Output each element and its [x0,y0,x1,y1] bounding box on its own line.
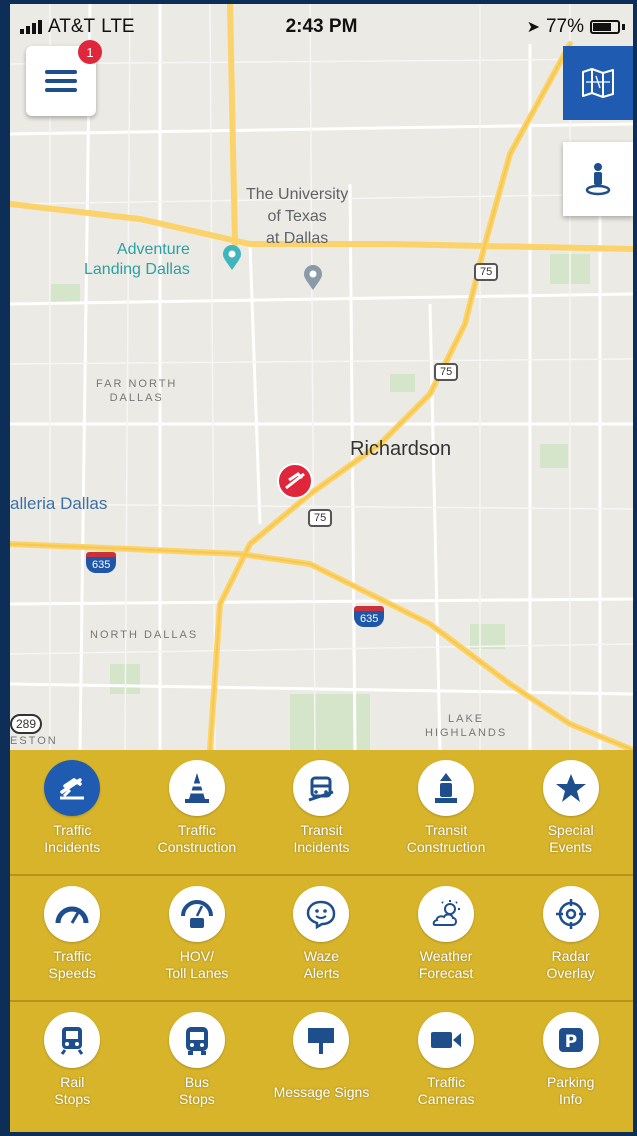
layer-label: Radar Overlay [546,948,595,981]
battery-percent: 77% [545,16,584,37]
tray-row: Rail Stops Bus Stops Message Signs Traff… [10,1002,633,1132]
layer-hov-toll-lanes[interactable]: HOV/ Toll Lanes [135,876,260,1000]
svg-text:P: P [564,1032,576,1052]
map-label-galleria-dallas: alleria Dallas [10,494,108,513]
layer-label: Rail Stops [54,1074,91,1107]
layer-traffic-incidents[interactable]: Traffic Incidents [10,750,135,874]
layer-waze-alerts[interactable]: Waze Alerts [259,876,384,1000]
layer-label: Traffic Speeds [48,948,97,981]
map-label-adventure-landing: Adventure Landing Dallas [84,241,190,278]
parking-icon: P [542,1012,599,1068]
hamburger-icon [45,65,77,97]
radar-icon [542,886,599,942]
layer-label: Traffic Construction [157,822,237,855]
star-icon [542,760,599,816]
tray-row: Traffic Incidents Traffic Construction T… [10,750,633,876]
map-label-far-north-dallas: FAR NORTH DALLAS [96,378,178,404]
map-view[interactable]: The University of Texas at Dallas Advent… [10,4,633,750]
waze-icon [293,886,350,942]
map-label-north-dallas: NORTH DALLAS [90,629,199,641]
layer-transit-incidents[interactable]: Transit Incidents [259,750,384,874]
speedometer-icon [44,886,101,942]
traffic-incident-marker[interactable] [277,463,313,499]
transit-incident-icon [293,760,350,816]
layer-label: Message Signs [273,1084,370,1100]
layer-label: Weather Forecast [418,948,474,981]
app-screen: The University of Texas at Dallas Advent… [10,4,633,1132]
layer-label: Special Events [547,822,594,855]
layer-label: Transit Construction [406,822,486,855]
menu-button[interactable]: 1 [26,40,102,116]
camera-icon [418,1012,475,1068]
us75-shield: 75 [434,344,459,381]
person-pin-icon [585,163,611,196]
message-sign-icon [293,1012,350,1068]
battery-status: ➤ 77% [527,16,625,38]
folded-map-icon [582,68,614,98]
traffic-cone-icon [168,760,225,816]
layer-label: Traffic Incidents [44,822,101,855]
tray-row: Traffic Speeds HOV/ Toll Lanes Waze Aler… [10,876,633,1002]
weather-icon [418,886,475,942]
layer-traffic-cameras[interactable]: Traffic Cameras [384,1002,509,1132]
layer-special-events[interactable]: Special Events [508,750,633,874]
layer-label: Parking Info [546,1074,595,1107]
map-label-preston: ESTON [10,735,58,747]
us75-shield: 75 [474,244,499,281]
layer-label: Bus Stops [178,1074,215,1107]
status-bar: AT&T LTE 2:43 PM ➤ 77% [10,4,633,44]
layer-bus-stops[interactable]: Bus Stops [135,1002,260,1132]
layer-label: Waze Alerts [303,948,340,981]
layer-weather-forecast[interactable]: Weather Forecast [384,876,509,1000]
i635-shield: 635 [354,588,385,627]
layer-label: Transit Incidents [293,822,350,855]
sh289-shield: 289 [10,696,43,734]
battery-icon [590,20,620,34]
hov-gauge-icon [168,886,225,942]
my-location-button[interactable] [563,142,633,216]
layer-traffic-speeds[interactable]: Traffic Speeds [10,876,135,1000]
i635-shield: 635 [86,534,117,573]
layer-transit-construction[interactable]: Transit Construction [384,750,509,874]
layer-traffic-construction[interactable]: Traffic Construction [135,750,260,874]
transit-construction-icon [418,760,475,816]
layer-rail-stops[interactable]: Rail Stops [10,1002,135,1132]
rail-icon [44,1012,101,1068]
map-layers-button[interactable] [563,46,633,120]
layer-label: HOV/ Toll Lanes [165,948,229,981]
map-label-lake-highlands: LAKE HIGHLANDS [425,713,508,739]
bus-icon [168,1012,225,1068]
map-label-university: The University of Texas at Dallas [246,186,349,247]
traffic-incident-icon [44,760,101,816]
location-arrow-icon: ➤ [526,19,540,36]
layer-radar-overlay[interactable]: Radar Overlay [508,876,633,1000]
layer-parking-info[interactable]: P Parking Info [508,1002,633,1132]
layer-tray: Traffic Incidents Traffic Construction T… [10,750,633,1132]
layer-message-signs[interactable]: Message Signs [259,1002,384,1132]
map-label-richardson: Richardson [350,438,452,460]
us75-shield: 75 [308,490,333,527]
layer-label: Traffic Cameras [417,1074,475,1107]
